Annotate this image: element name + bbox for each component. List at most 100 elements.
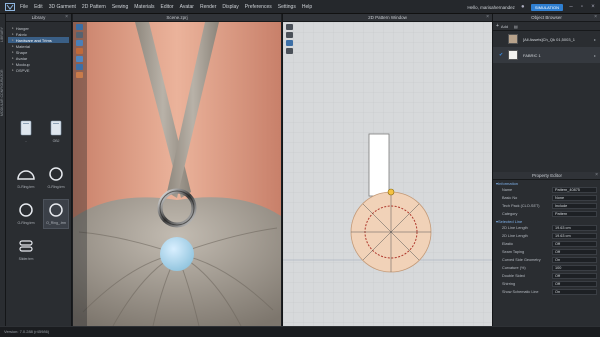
property-value[interactable]: Include: [552, 203, 597, 209]
maximize-icon[interactable]: ▫: [579, 4, 585, 10]
object-browser-title: Object Browser ×: [493, 14, 600, 22]
plus-icon: +: [496, 23, 499, 29]
3d-measure-tool-icon[interactable]: [76, 64, 83, 70]
3d-window-title-text: Scene.zprj: [166, 15, 188, 20]
user-avatar-icon[interactable]: ●: [520, 4, 526, 10]
selected-point-handle[interactable]: [387, 188, 395, 196]
2d-window-close-icon[interactable]: ×: [486, 14, 489, 20]
fabric-swatch[interactable]: [508, 50, 518, 60]
property-value[interactable]: Pattern_40875: [552, 187, 597, 193]
menu-2d-pattern[interactable]: 2D Pattern: [82, 4, 106, 10]
menu-3d-garment[interactable]: 3D Garment: [49, 4, 76, 10]
menu-display[interactable]: Display: [222, 4, 238, 10]
2d-pattern-canvas[interactable]: [283, 22, 493, 326]
library-thumbnail[interactable]: O_Ring_.trm: [43, 199, 69, 229]
library-thumbnail-label: O_Ring_.trm: [46, 221, 66, 225]
3d-tack-tool-icon[interactable]: [76, 56, 83, 62]
expand-arrow-icon[interactable]: ▸: [12, 50, 14, 54]
expand-arrow-icon[interactable]: ▸: [12, 32, 14, 36]
property-value[interactable]: 19.63 cm: [552, 233, 597, 239]
3d-avatar-tool-icon[interactable]: [76, 72, 83, 78]
property-value[interactable]: On: [552, 289, 597, 295]
fabric-swatch[interactable]: [508, 34, 518, 44]
fabric-expand-icon[interactable]: ▸: [594, 37, 596, 42]
expand-arrow-icon[interactable]: ▸: [12, 56, 14, 60]
menu-editor[interactable]: Editor: [161, 4, 174, 10]
fabric-row[interactable]: [All Assets]Ch_Qk 01,5003_1 ▸: [493, 31, 600, 47]
3d-select-tool-icon[interactable]: [76, 24, 83, 30]
expand-arrow-icon[interactable]: ▸: [12, 38, 14, 42]
property-value[interactable]: 100: [552, 265, 597, 271]
menu-preferences[interactable]: Preferences: [245, 4, 272, 10]
menu-materials[interactable]: Materials: [134, 4, 154, 10]
menu-help[interactable]: Help: [302, 4, 312, 10]
library-thumbnail[interactable]: OBJ: [44, 118, 68, 146]
property-value[interactable]: Off: [552, 241, 597, 247]
expand-arrow-icon[interactable]: ▸: [12, 44, 14, 48]
library-thumbnail[interactable]: Slider.trm: [14, 236, 38, 264]
3d-move-tool-icon[interactable]: [76, 32, 83, 38]
property-row: Elastic Off: [493, 240, 600, 248]
menu-render[interactable]: Render: [200, 4, 216, 10]
menu-file[interactable]: File: [20, 4, 28, 10]
library-thumbnail[interactable]: O-Ring.trm: [44, 164, 68, 192]
close-icon[interactable]: ×: [590, 4, 596, 10]
expand-arrow-icon[interactable]: ▸: [12, 68, 14, 72]
property-value[interactable]: Pattern: [552, 211, 597, 217]
2d-edit-point-tool-icon[interactable]: [286, 40, 293, 46]
3d-toolbar: [73, 22, 87, 326]
menu-settings[interactable]: Settings: [278, 4, 296, 10]
library-title-text: Library: [31, 15, 46, 20]
simulation-button[interactable]: SIMULATION: [530, 3, 563, 11]
3d-scene[interactable]: [73, 22, 281, 326]
library-close-icon[interactable]: ×: [65, 14, 68, 20]
library-tree-item[interactable]: ▸ OSPVE: [8, 67, 69, 73]
property-row: Double Sided Off: [493, 272, 600, 280]
object-browser-close-icon[interactable]: ×: [594, 14, 597, 20]
fabric-expand-icon[interactable]: ▸: [594, 53, 596, 58]
property-row: Category Pattern: [493, 210, 600, 218]
2d-polygon-tool-icon[interactable]: [286, 48, 293, 54]
user-greeting[interactable]: Hello, marisahernandez: [467, 5, 515, 10]
expand-arrow-icon[interactable]: ▸: [12, 62, 14, 66]
library-tree-label: Hardware and Trims: [15, 37, 52, 43]
library-tree-label: Hanger: [15, 25, 29, 31]
filter-icon[interactable]: ▤: [514, 24, 518, 29]
2d-select-tool-icon[interactable]: [286, 24, 293, 30]
3d-window-title: Scene.zprj: [73, 14, 281, 22]
o-ring-icon: [44, 200, 68, 220]
slider-icon: [14, 236, 38, 256]
property-label: Curved Side Geometry: [502, 258, 541, 262]
2d-transform-tool-icon[interactable]: [286, 32, 293, 38]
property-value[interactable]: Off: [552, 273, 597, 279]
property-value[interactable]: Off: [552, 249, 597, 255]
o-ring-icon: [44, 164, 68, 184]
fabric-list: [All Assets]Ch_Qk 01,5003_1 ▸ ✔ FABRIC 1 ▸: [493, 31, 600, 63]
object-browser-title-text: Object Browser: [531, 15, 562, 20]
button-trim[interactable]: [160, 237, 194, 271]
property-value[interactable]: 19.63 cm: [552, 225, 597, 231]
strap-pattern-piece[interactable]: [368, 133, 390, 197]
menu-sewing[interactable]: Sewing: [112, 4, 128, 10]
add-fabric-button[interactable]: + Add: [496, 23, 508, 29]
property-label: Shirring: [502, 282, 516, 286]
library-tree-label: Material: [15, 43, 30, 49]
library-thumbnail[interactable]: O-Ring.trm: [14, 200, 38, 228]
2d-canvas[interactable]: [283, 22, 493, 326]
minimize-icon[interactable]: –: [568, 4, 574, 10]
menu-avatar[interactable]: Avatar: [180, 4, 194, 10]
3d-fold-tool-icon[interactable]: [76, 40, 83, 46]
fabric-row[interactable]: ✔ FABRIC 1 ▸: [493, 47, 600, 63]
o-ring-icon: [14, 200, 38, 220]
property-editor-close-icon[interactable]: ×: [595, 172, 598, 178]
3d-pin-tool-icon[interactable]: [76, 48, 83, 54]
menu-edit[interactable]: Edit: [34, 4, 43, 10]
library-thumbnail[interactable]: ..: [14, 118, 38, 146]
3d-viewport[interactable]: [73, 22, 281, 326]
property-value[interactable]: Off: [552, 281, 597, 287]
property-value[interactable]: None: [552, 195, 597, 201]
property-value[interactable]: On: [552, 257, 597, 263]
library-tree-label: OSPVE: [15, 67, 30, 73]
library-thumbnail[interactable]: D-Ring.trm: [14, 164, 38, 192]
expand-arrow-icon[interactable]: ▸: [12, 26, 14, 30]
